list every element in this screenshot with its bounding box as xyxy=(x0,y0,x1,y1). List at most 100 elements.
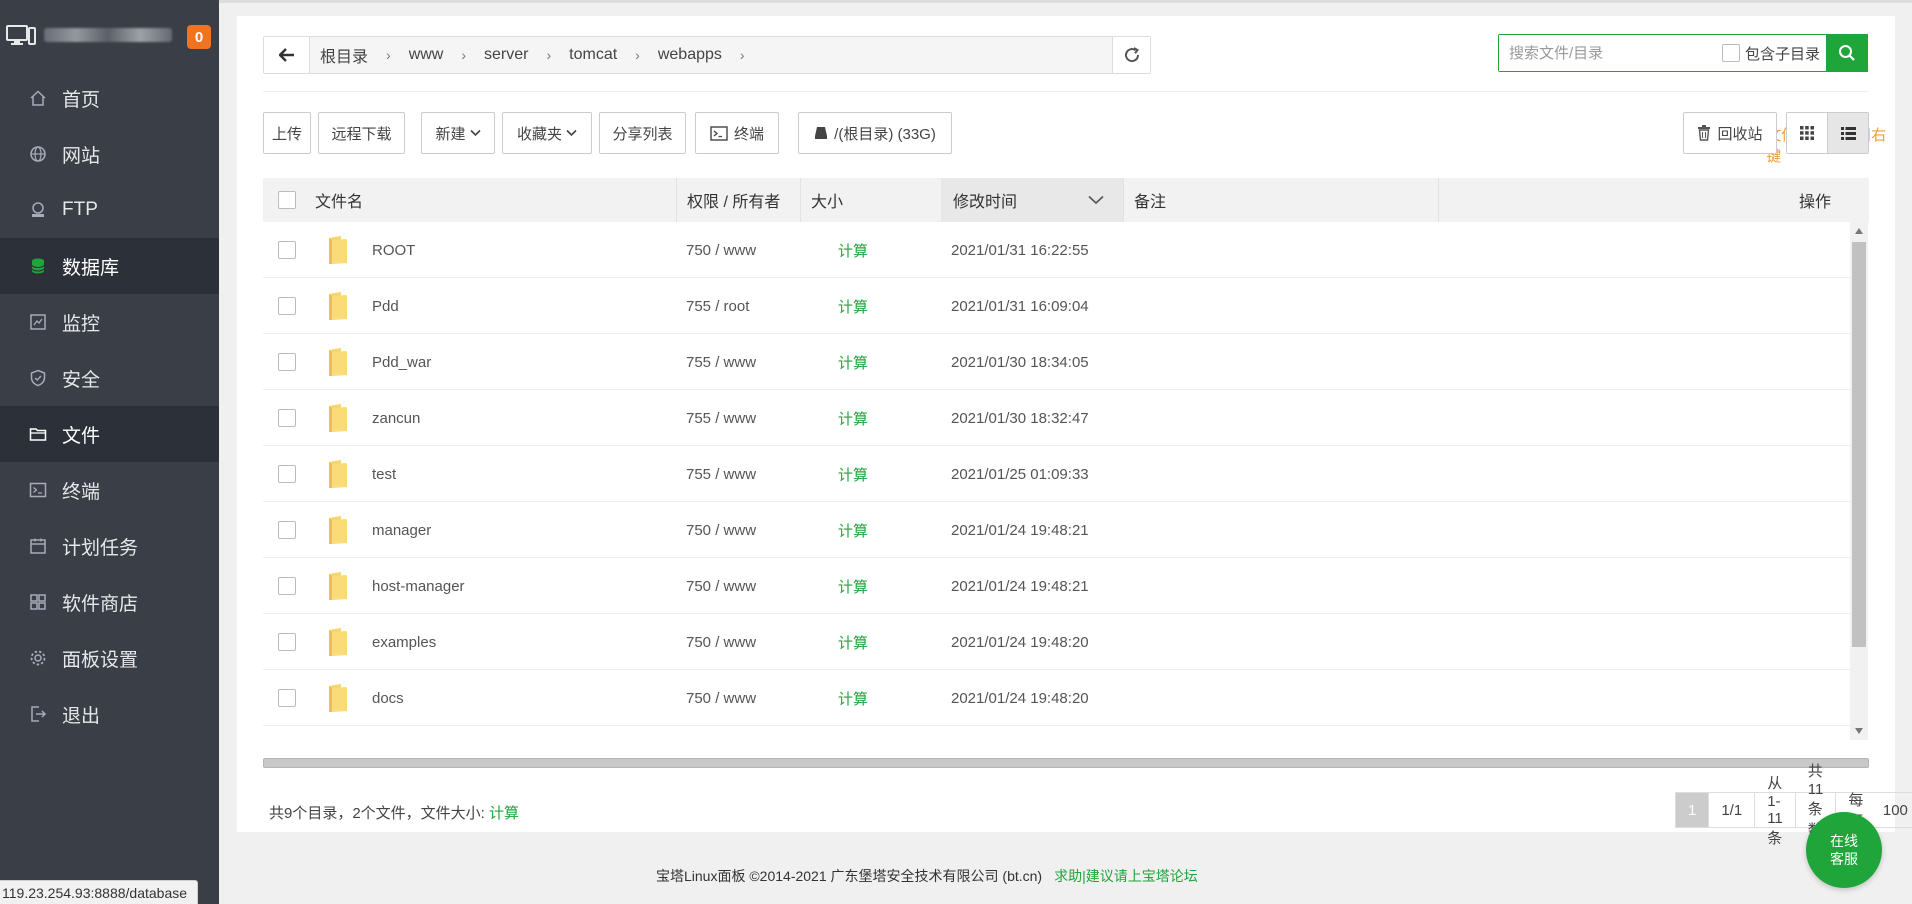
refresh-button[interactable] xyxy=(1112,37,1150,73)
row-checkbox[interactable] xyxy=(278,446,296,502)
file-perm[interactable]: 750 / www xyxy=(686,614,756,670)
sidebar-item-5[interactable]: 安全 xyxy=(0,350,219,406)
online-support-button[interactable]: 在线 客服 xyxy=(1806,812,1882,888)
grid-view-button[interactable] xyxy=(1787,113,1827,153)
scroll-up-arrow[interactable] xyxy=(1855,228,1863,234)
vertical-scrollbar[interactable] xyxy=(1850,222,1868,740)
sidebar-item-10[interactable]: 面板设置 xyxy=(0,630,219,686)
checkbox[interactable] xyxy=(278,353,296,371)
crumb-server[interactable]: server xyxy=(484,46,528,64)
file-perm[interactable]: 750 / www xyxy=(686,558,756,614)
file-perm[interactable]: 750 / www xyxy=(686,222,756,278)
scrollbar-thumb[interactable] xyxy=(1852,242,1866,647)
file-perm[interactable]: 755 / www xyxy=(686,446,756,502)
file-size-calc[interactable]: 计算 xyxy=(838,390,868,446)
file-name[interactable]: manager xyxy=(372,502,431,558)
new-dropdown-button[interactable]: 新建 xyxy=(421,112,495,154)
file-name[interactable]: Pdd xyxy=(372,278,399,334)
sidebar-item-11[interactable]: 退出 xyxy=(0,686,219,742)
file-perm[interactable]: 755 / www xyxy=(686,334,756,390)
chevron-down-icon[interactable] xyxy=(1088,178,1104,222)
list-view-button[interactable] xyxy=(1827,113,1868,153)
file-name[interactable]: host-manager xyxy=(372,558,465,614)
file-size-calc[interactable]: 计算 xyxy=(838,614,868,670)
table-row[interactable]: manager 750 / www 计算 2021/01/24 19:48:21 xyxy=(263,502,1850,558)
file-name[interactable]: examples xyxy=(372,614,436,670)
page-current[interactable]: 1 xyxy=(1676,793,1710,827)
sidebar-item-7[interactable]: 终端 xyxy=(0,462,219,518)
checkbox[interactable] xyxy=(278,521,296,539)
crumb-tomcat[interactable]: tomcat xyxy=(569,46,617,64)
file-size-calc[interactable]: 计算 xyxy=(838,334,868,390)
checkbox[interactable] xyxy=(278,191,296,209)
file-perm[interactable]: 750 / www xyxy=(686,670,756,726)
checkbox[interactable] xyxy=(1721,44,1740,62)
table-row[interactable]: zancun 755 / www 计算 2021/01/30 18:32:47 xyxy=(263,390,1850,446)
file-size-calc[interactable]: 计算 xyxy=(838,670,868,726)
favorites-dropdown-button[interactable]: 收藏夹 xyxy=(502,112,592,154)
share-list-button[interactable]: 分享列表 xyxy=(599,112,686,154)
file-name[interactable]: docs xyxy=(372,670,404,726)
forum-link[interactable]: 求助|建议请上宝塔论坛 xyxy=(1054,868,1198,884)
recycle-bin-button[interactable]: 回收站 xyxy=(1683,112,1777,154)
sidebar-item-2[interactable]: FTP xyxy=(0,182,219,238)
row-checkbox[interactable] xyxy=(278,614,296,670)
row-checkbox[interactable] xyxy=(278,670,296,726)
file-name[interactable]: ROOT xyxy=(372,222,415,278)
disk-button[interactable]: /(根目录) (33G) xyxy=(798,112,952,154)
sidebar-item-8[interactable]: 计划任务 xyxy=(0,518,219,574)
row-checkbox[interactable] xyxy=(278,502,296,558)
include-subdir-checkbox[interactable]: 包含子目录 xyxy=(1721,43,1820,64)
table-row[interactable]: Pdd_war 755 / www 计算 2021/01/30 18:34:05 xyxy=(263,334,1850,390)
file-name[interactable]: zancun xyxy=(372,390,420,446)
file-perm[interactable]: 755 / root xyxy=(686,278,749,334)
checkbox[interactable] xyxy=(278,689,296,707)
sidebar-item-4[interactable]: 监控 xyxy=(0,294,219,350)
table-row[interactable]: docs 750 / www 计算 2021/01/24 19:48:20 xyxy=(263,670,1850,726)
row-checkbox[interactable] xyxy=(278,390,296,446)
sidebar-item-1[interactable]: 网站 xyxy=(0,126,219,182)
checkbox[interactable] xyxy=(278,297,296,315)
row-checkbox[interactable] xyxy=(278,334,296,390)
notification-badge[interactable]: 0 xyxy=(187,25,211,49)
file-size-calc[interactable]: 计算 xyxy=(838,558,868,614)
table-row[interactable]: test 755 / www 计算 2021/01/25 01:09:33 xyxy=(263,446,1850,502)
file-size-calc[interactable]: 计算 xyxy=(838,278,868,334)
file-name[interactable]: test xyxy=(372,446,396,502)
header-note[interactable]: 备注 xyxy=(1134,178,1166,222)
horizontal-scrollbar[interactable] xyxy=(263,758,1869,768)
file-perm[interactable]: 755 / www xyxy=(686,390,756,446)
header-name[interactable]: 文件名 xyxy=(315,178,363,222)
crumb-root[interactable]: 根目录 xyxy=(320,43,368,67)
table-row[interactable]: examples 750 / www 计算 2021/01/24 19:48:20 xyxy=(263,614,1850,670)
file-size-calc[interactable]: 计算 xyxy=(838,446,868,502)
row-checkbox[interactable] xyxy=(278,278,296,334)
checkbox[interactable] xyxy=(278,633,296,651)
file-size-calc[interactable]: 计算 xyxy=(838,222,868,278)
sidebar-item-3[interactable]: 数据库 xyxy=(0,238,219,294)
checkbox[interactable] xyxy=(278,241,296,259)
file-size-calc[interactable]: 计算 xyxy=(838,502,868,558)
table-row[interactable]: host-manager 750 / www 计算 2021/01/24 19:48:… xyxy=(263,558,1850,614)
sidebar-item-6[interactable]: 文件 xyxy=(0,406,219,462)
scroll-down-arrow[interactable] xyxy=(1855,728,1863,734)
crumb-webapps[interactable]: webapps xyxy=(658,46,722,64)
file-perm[interactable]: 750 / www xyxy=(686,502,756,558)
sidebar-item-0[interactable]: 首页 xyxy=(0,70,219,126)
file-name[interactable]: Pdd_war xyxy=(372,334,431,390)
search-input[interactable] xyxy=(1499,35,1722,71)
back-button[interactable] xyxy=(264,37,310,73)
row-checkbox[interactable] xyxy=(278,222,296,278)
search-button[interactable] xyxy=(1826,34,1868,72)
checkbox[interactable] xyxy=(278,409,296,427)
select-all-checkbox[interactable] xyxy=(278,178,296,222)
per-page-select[interactable]: 100 xyxy=(1879,797,1912,823)
row-checkbox[interactable] xyxy=(278,558,296,614)
checkbox[interactable] xyxy=(278,577,296,595)
calc-total-size-link[interactable]: 计算 xyxy=(489,805,519,822)
header-size[interactable]: 大小 xyxy=(811,178,843,222)
header-perm[interactable]: 权限 / 所有者 xyxy=(687,178,780,222)
checkbox[interactable] xyxy=(278,465,296,483)
table-row[interactable]: Pdd 755 / root 计算 2021/01/31 16:09:04 xyxy=(263,278,1850,334)
remote-download-button[interactable]: 远程下载 xyxy=(318,112,405,154)
